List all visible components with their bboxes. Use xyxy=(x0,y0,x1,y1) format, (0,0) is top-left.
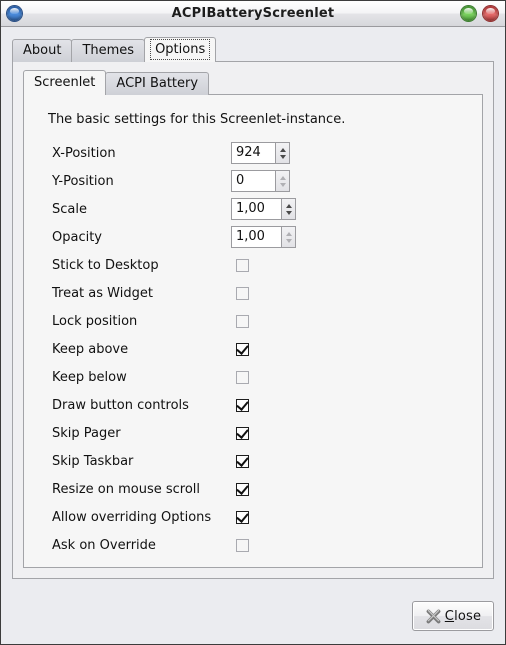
setting-row-draw-button-controls: Draw button controls xyxy=(24,391,482,419)
setting-row-keep-below: Keep below xyxy=(24,363,482,391)
options-tab-panel: Screenlet ACPI Battery The basic setting… xyxy=(12,61,494,579)
close-mnemonic: C xyxy=(444,608,455,624)
tab-about[interactable]: About xyxy=(12,39,73,62)
outer-tab-bar: About Themes Options xyxy=(12,37,217,62)
checkbox-resize-on-mouse-scroll[interactable] xyxy=(236,482,249,496)
close-rest: lose xyxy=(454,608,482,624)
spinbutton-scale[interactable]: 1,00 xyxy=(231,198,296,220)
window-title: ACPIBatteryScreenlet xyxy=(171,6,335,21)
spin-buttons-opacity[interactable] xyxy=(281,226,296,248)
spin-buttons-x-position[interactable] xyxy=(275,142,290,164)
spin-down-icon[interactable] xyxy=(279,154,286,159)
label-skip-taskbar: Skip Taskbar xyxy=(52,453,134,469)
label-treat-as-widget: Treat as Widget xyxy=(52,285,153,301)
setting-row-lock-position: Lock position xyxy=(24,307,482,335)
spin-up-icon[interactable] xyxy=(285,231,292,236)
inner-tab-bar: Screenlet ACPI Battery xyxy=(23,70,210,95)
label-keep-below: Keep below xyxy=(52,369,127,385)
checkbox-skip-taskbar[interactable] xyxy=(236,454,249,468)
window-controls xyxy=(461,6,498,21)
spinbutton-x-position[interactable]: 924 xyxy=(231,142,290,164)
checkbox-keep-above[interactable] xyxy=(236,342,249,356)
label-resize-on-mouse-scroll: Resize on mouse scroll xyxy=(52,481,201,497)
label-stick-to-desktop: Stick to Desktop xyxy=(52,257,159,273)
checkbox-allow-overriding-options[interactable] xyxy=(236,510,249,524)
label-keep-above: Keep above xyxy=(52,341,129,357)
spin-value-y-position[interactable]: 0 xyxy=(231,170,275,192)
spinbutton-y-position[interactable]: 0 xyxy=(231,170,290,192)
minimize-orb-icon[interactable] xyxy=(461,6,476,21)
checkbox-skip-pager[interactable] xyxy=(236,426,249,440)
tab-screenlet-label: Screenlet xyxy=(34,75,96,90)
checkbox-treat-as-widget[interactable] xyxy=(236,286,249,300)
settings-rows: X-Position 924 Y-Position 0 Scale 1,00 Opacity… xyxy=(24,139,482,559)
tab-acpi-battery[interactable]: ACPI Battery xyxy=(105,72,210,95)
checkbox-lock-position[interactable] xyxy=(236,314,249,328)
screenlet-settings-panel: The basic settings for this Screenlet-in… xyxy=(23,94,483,568)
setting-row-ask-on-override: Ask on Override xyxy=(24,531,482,559)
checkbox-ask-on-override[interactable] xyxy=(236,538,249,552)
label-opacity: Opacity xyxy=(52,229,103,245)
label-ask-on-override: Ask on Override xyxy=(52,537,156,553)
tab-themes[interactable]: Themes xyxy=(71,39,146,62)
close-x-icon xyxy=(426,609,441,623)
setting-row-resize-on-mouse-scroll: Resize on mouse scroll xyxy=(24,475,482,503)
title-bar: ACPIBatteryScreenlet xyxy=(1,1,505,27)
setting-row-keep-above: Keep above xyxy=(24,335,482,363)
setting-row-treat-as-widget: Treat as Widget xyxy=(24,279,482,307)
spin-buttons-scale[interactable] xyxy=(281,198,296,220)
setting-row-allow-overriding-options: Allow overriding Options xyxy=(24,503,482,531)
setting-row-opacity: Opacity 1,00 xyxy=(24,223,482,251)
label-draw-button-controls: Draw button controls xyxy=(52,397,189,413)
label-skip-pager: Skip Pager xyxy=(52,425,121,441)
app-menu-orb-icon[interactable] xyxy=(7,6,22,21)
setting-row-skip-taskbar: Skip Taskbar xyxy=(24,447,482,475)
tab-about-label: About xyxy=(23,43,62,58)
close-button[interactable]: Close xyxy=(412,601,494,631)
panel-intro-text: The basic settings for this Screenlet-in… xyxy=(48,112,346,127)
setting-row-x-position: X-Position 924 xyxy=(24,139,482,167)
label-scale: Scale xyxy=(52,201,87,217)
label-y-position: Y-Position xyxy=(52,173,114,189)
checkbox-draw-button-controls[interactable] xyxy=(236,398,249,412)
spin-down-icon[interactable] xyxy=(279,182,286,187)
label-x-position: X-Position xyxy=(52,145,116,161)
tab-options[interactable]: Options xyxy=(144,37,217,62)
setting-row-scale: Scale 1,00 xyxy=(24,195,482,223)
checkbox-stick-to-desktop[interactable] xyxy=(236,258,249,272)
label-lock-position: Lock position xyxy=(52,313,138,329)
spin-up-icon[interactable] xyxy=(279,175,286,180)
tab-options-label: Options xyxy=(150,39,211,60)
tab-screenlet[interactable]: Screenlet xyxy=(23,70,107,95)
tab-acpi-battery-label: ACPI Battery xyxy=(116,76,199,91)
spinbutton-opacity[interactable]: 1,00 xyxy=(231,226,296,248)
application-window: ACPIBatteryScreenlet About Themes Option… xyxy=(0,0,506,645)
spin-down-icon[interactable] xyxy=(285,210,292,215)
close-button-label: Close xyxy=(445,609,481,624)
spin-buttons-y-position[interactable] xyxy=(275,170,290,192)
setting-row-stick-to-desktop: Stick to Desktop xyxy=(24,251,482,279)
window-content: About Themes Options Screenlet ACPI Batt… xyxy=(1,27,505,644)
tab-themes-label: Themes xyxy=(82,43,135,58)
spin-up-icon[interactable] xyxy=(279,147,286,152)
checkbox-keep-below[interactable] xyxy=(236,370,249,384)
setting-row-skip-pager: Skip Pager xyxy=(24,419,482,447)
spin-value-scale[interactable]: 1,00 xyxy=(231,198,281,220)
close-orb-icon[interactable] xyxy=(483,6,498,21)
label-allow-overriding-options: Allow overriding Options xyxy=(52,509,212,525)
spin-down-icon[interactable] xyxy=(285,238,292,243)
spin-value-opacity[interactable]: 1,00 xyxy=(231,226,281,248)
spin-up-icon[interactable] xyxy=(285,203,292,208)
spin-value-x-position[interactable]: 924 xyxy=(231,142,275,164)
setting-row-y-position: Y-Position 0 xyxy=(24,167,482,195)
